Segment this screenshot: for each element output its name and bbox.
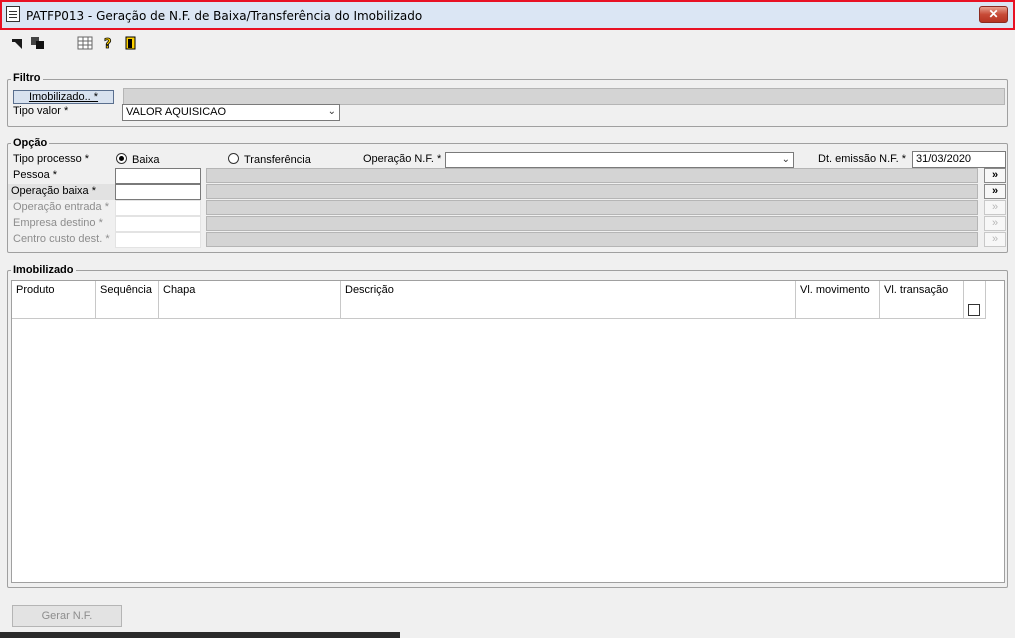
tipo-valor-value: VALOR AQUISICAO	[126, 106, 227, 118]
tipo-processo-label: Tipo processo *	[13, 153, 90, 165]
operacao-entrada-desc-field	[206, 200, 978, 215]
pessoa-label: Pessoa *	[13, 169, 58, 181]
filtro-group-label: Filtro	[11, 72, 43, 84]
dt-emissao-label: Dt. emissão N.F. *	[818, 153, 907, 165]
centro-custo-code-field	[115, 232, 201, 248]
window-bottom-border	[0, 632, 400, 638]
imobilizado-grid[interactable]: Produto Sequência Chapa Descrição Vl. mo…	[11, 280, 1005, 583]
close-button[interactable]: ✕	[979, 6, 1008, 23]
window-title: PATFP013 - Geração de N.F. de Baixa/Tran…	[26, 9, 423, 23]
operacao-nf-select[interactable]: ⌄	[445, 152, 794, 168]
centro-custo-label: Centro custo dest. *	[13, 233, 110, 245]
column-header-descricao[interactable]: Descrição	[341, 281, 796, 319]
column-header-vl-transacao[interactable]: Vl. transação	[880, 281, 964, 319]
tipo-valor-select[interactable]: VALOR AQUISICAO ⌄	[122, 104, 340, 121]
operacao-nf-value	[446, 154, 449, 166]
column-header-select	[964, 281, 986, 319]
radio-baixa[interactable]	[116, 153, 127, 164]
copy-icon[interactable]	[30, 36, 44, 50]
column-header-vl-movimento[interactable]: Vl. movimento	[796, 281, 880, 319]
help-icon[interactable]: ?	[102, 36, 116, 53]
empresa-destino-code-field	[115, 216, 201, 232]
arrow-icon[interactable]	[10, 36, 24, 50]
gerar-nf-button: Gerar N.F.	[12, 605, 122, 627]
operacao-nf-label: Operação N.F. *	[363, 153, 442, 165]
dt-emissao-value: 31/03/2020	[916, 153, 972, 165]
window-edge	[1015, 0, 1019, 638]
empresa-destino-search-button: »	[984, 216, 1006, 231]
dt-emissao-field[interactable]: 31/03/2020	[912, 151, 1006, 168]
pessoa-search-button[interactable]: »	[984, 168, 1006, 183]
chevron-down-icon[interactable]: ⌄	[328, 106, 336, 117]
opcao-group-label: Opção	[11, 137, 50, 149]
empresa-destino-label: Empresa destino *	[13, 217, 103, 229]
select-all-checkbox[interactable]	[968, 304, 980, 316]
operacao-baixa-label: Operação baixa *	[11, 185, 96, 197]
document-icon	[6, 6, 20, 22]
operacao-entrada-code-field	[115, 200, 201, 216]
operacao-baixa-search-button[interactable]: »	[984, 184, 1006, 199]
operacao-entrada-label: Operação entrada *	[13, 201, 110, 213]
table-icon[interactable]	[77, 36, 93, 50]
pessoa-name-field	[206, 168, 978, 183]
imobilizado-group-label: Imobilizado	[11, 264, 76, 276]
operacao-entrada-search-button: »	[984, 200, 1006, 215]
imobilizado-description-field	[123, 88, 1005, 105]
imobilizado-button[interactable]: Imobilizado.. *	[13, 90, 114, 104]
column-header-sequencia[interactable]: Sequência	[96, 281, 159, 319]
column-header-chapa[interactable]: Chapa	[159, 281, 341, 319]
centro-custo-desc-field	[206, 232, 978, 247]
radio-transferencia-label[interactable]: Transferência	[244, 154, 311, 166]
chevron-down-icon[interactable]: ⌄	[782, 154, 790, 165]
centro-custo-search-button: »	[984, 232, 1006, 247]
operacao-baixa-code-field[interactable]	[115, 184, 201, 200]
pessoa-code-field[interactable]	[115, 168, 201, 184]
empresa-destino-desc-field	[206, 216, 978, 231]
exit-icon[interactable]	[124, 36, 138, 50]
radio-transferencia[interactable]	[228, 153, 239, 164]
svg-text:?: ?	[104, 37, 112, 50]
column-header-produto[interactable]: Produto	[12, 281, 96, 319]
tipo-valor-label: Tipo valor *	[13, 105, 69, 117]
operacao-baixa-desc-field	[206, 184, 978, 199]
radio-baixa-label[interactable]: Baixa	[132, 154, 160, 166]
